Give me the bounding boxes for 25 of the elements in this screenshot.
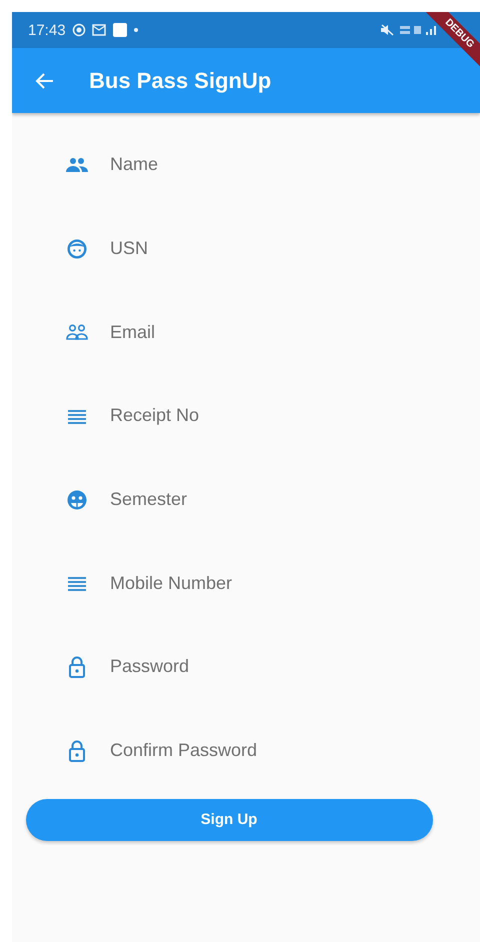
mail-icon bbox=[92, 24, 106, 36]
input-field[interactable]: USN bbox=[110, 238, 410, 260]
lock-icon bbox=[68, 740, 86, 762]
input-field[interactable]: Receipt No bbox=[110, 405, 410, 426]
dot-icon bbox=[134, 28, 138, 32]
input-field[interactable]: Semester bbox=[110, 489, 410, 510]
input-field[interactable]: Name bbox=[110, 154, 410, 176]
lines-icon bbox=[67, 575, 87, 592]
mute-icon bbox=[380, 24, 394, 36]
circle-icon bbox=[72, 23, 86, 37]
input-field[interactable]: Confirm Password bbox=[110, 740, 410, 762]
back-button[interactable] bbox=[35, 70, 55, 90]
lock-icon bbox=[68, 656, 86, 678]
input-field[interactable]: Password bbox=[110, 656, 410, 678]
input-field[interactable]: Email bbox=[110, 322, 410, 343]
page-title: Bus Pass SignUp bbox=[89, 68, 272, 94]
input-field[interactable]: Mobile Number bbox=[110, 572, 410, 594]
status-time: 17:43 bbox=[28, 22, 66, 38]
lines-icon bbox=[67, 408, 87, 424]
emoji-icon bbox=[67, 490, 87, 510]
sign-up-button[interactable]: Sign Up bbox=[26, 798, 432, 840]
people-icon bbox=[66, 156, 88, 173]
square-icon bbox=[112, 22, 128, 38]
people-outline-icon bbox=[66, 324, 88, 340]
face-icon bbox=[67, 238, 87, 259]
